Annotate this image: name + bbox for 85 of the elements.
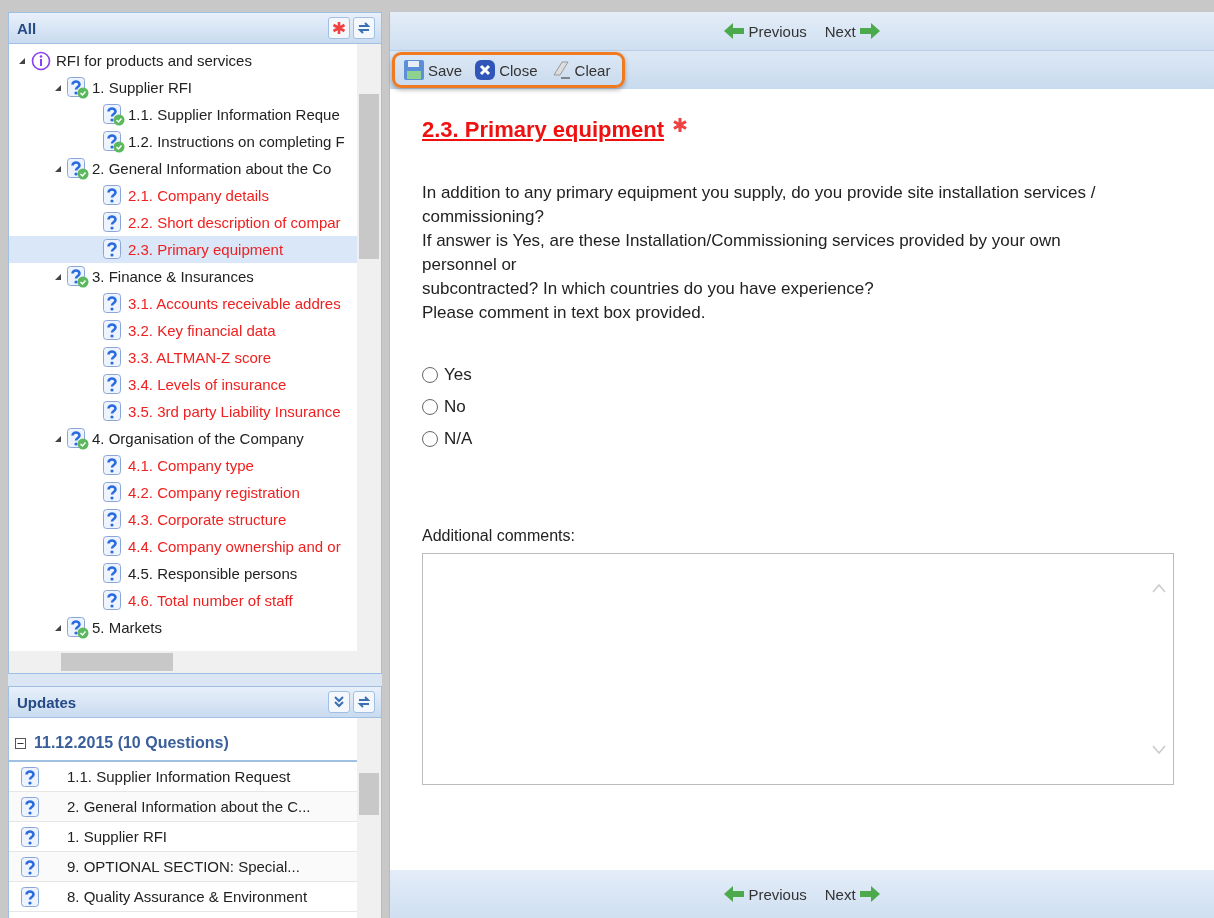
right-arrow-icon	[858, 22, 881, 40]
tree-item[interactable]: 4. Organisation of the Company	[9, 425, 357, 452]
tree-item-label: 3. Finance & Insurances	[92, 268, 254, 285]
tree-item-label: 2. General Information about the Co	[92, 160, 332, 177]
previous-button[interactable]: Previous	[723, 885, 807, 903]
close-button[interactable]: Close	[474, 59, 538, 81]
right-arrow-icon	[858, 885, 881, 903]
save-button[interactable]: Save	[403, 59, 463, 81]
tree-item-label: 3.5. 3rd party Liability Insurance	[128, 403, 341, 420]
question-icon	[21, 766, 39, 787]
tree-item[interactable]: 1.1. Supplier Information Reque	[9, 101, 357, 128]
tool-button[interactable]	[353, 17, 375, 39]
clear-button[interactable]: Clear	[549, 59, 611, 81]
tree-item[interactable]: 4.2. Company registration	[9, 479, 357, 506]
collapse-icon[interactable]	[15, 737, 26, 749]
tree-item-label: 1.1. Supplier Information Reque	[128, 106, 340, 123]
tree-item-label: 1. Supplier RFI	[92, 79, 193, 96]
next-button[interactable]: Next	[824, 885, 881, 903]
tree-item[interactable]: 2.1. Company details	[9, 182, 357, 209]
tree-item-label: 4.5. Responsible persons	[128, 565, 298, 582]
update-item[interactable]: 9. OPTIONAL SECTION: Special...	[9, 852, 357, 882]
question-icon	[21, 856, 39, 877]
tree-item[interactable]: 4.4. Company ownership and or	[9, 533, 357, 560]
tree-item[interactable]: 4.5. Responsible persons	[9, 560, 357, 587]
tool-button[interactable]	[353, 691, 375, 713]
tree-item-label: 4.6. Total number of staff	[128, 592, 293, 609]
option-label: N/A	[444, 429, 473, 449]
update-item[interactable]: 8. Quality Assurance & Environment	[9, 882, 357, 912]
option-label: No	[444, 397, 466, 417]
tree-item[interactable]: RFI for products and services	[9, 47, 357, 74]
left-arrow-icon	[723, 885, 746, 903]
tree-item[interactable]: 3.2. Key financial data	[9, 317, 357, 344]
question-text: In addition to any primary equipment you supply, do you provide site installation services / commissioning? If answer is Yes, are these Installation/Commissioning services provided by your own personnel or subcontracted? In which countries do you have experience? Please comment in text box provided.	[422, 182, 1097, 324]
comments-label: Additional comments:	[422, 527, 576, 545]
vertical-scrollbar[interactable]	[357, 718, 381, 918]
tree-item-label: 4.4. Company ownership and or	[128, 538, 341, 555]
group-header[interactable]: 11.12.2015 (10 Questions)	[34, 734, 229, 752]
question-icon	[21, 826, 39, 847]
tree-item-label: 1.2. Instructions on completing F	[128, 133, 345, 150]
tree-item-label: 4. Organisation of the Company	[92, 430, 304, 447]
tree-item[interactable]: 1.2. Instructions on completing F	[9, 128, 357, 155]
previous-button[interactable]: Previous	[723, 22, 807, 40]
tree-item-label: 3.4. Levels of insurance	[128, 376, 287, 393]
tree-item[interactable]: 5. Markets	[9, 614, 357, 641]
vertical-scrollbar[interactable]	[357, 44, 381, 673]
tree-item-label: 3.3. ALTMAN-Z score	[128, 349, 272, 366]
radio-button[interactable]	[422, 431, 438, 447]
question-title: 2.3. Primary equipment	[422, 117, 665, 143]
update-item[interactable]: 2. General Information about the C...	[9, 792, 357, 822]
tool-button[interactable]	[328, 691, 350, 713]
panel-title: All	[17, 19, 37, 37]
tree-item[interactable]: 4.3. Corporate structure	[9, 506, 357, 533]
tree-item-label: 4.2. Company registration	[128, 484, 300, 501]
save-icon	[403, 59, 425, 81]
radio-button[interactable]	[422, 399, 438, 415]
tree-item-label: RFI for products and services	[56, 52, 252, 69]
left-arrow-icon	[723, 22, 746, 40]
tree-item[interactable]: 3. Finance & Insurances	[9, 263, 357, 290]
tree-item-label: 2.1. Company details	[128, 187, 269, 204]
tree-item[interactable]: 4.6. Total number of staff	[9, 587, 357, 614]
tree-item-label: 2.2. Short description of compar	[128, 214, 341, 231]
tree-item[interactable]: 4.1. Company type	[9, 452, 357, 479]
tree-item-label: 3.1. Accounts receivable addres	[128, 295, 341, 312]
tree-item-label: 4.3. Corporate structure	[128, 511, 287, 528]
tree-item[interactable]: 1. Supplier RFI	[9, 74, 357, 101]
next-button[interactable]: Next	[824, 22, 881, 40]
tool-button[interactable]	[328, 17, 350, 39]
tree-item[interactable]: 2.2. Short description of compar	[9, 209, 357, 236]
tree-item-label: 2.3. Primary equipment	[128, 241, 284, 258]
panel-title: Updates	[17, 693, 77, 711]
tree-item[interactable]: 3.5. 3rd party Liability Insurance	[9, 398, 357, 425]
option-label: Yes	[444, 365, 472, 385]
tree-item[interactable]: 2. General Information about the Co	[9, 155, 357, 182]
tree-item-label: 5. Markets	[92, 619, 163, 636]
tree-item[interactable]: 3.1. Accounts receivable addres	[9, 290, 357, 317]
question-icon	[21, 796, 39, 817]
info-icon	[31, 50, 51, 71]
tree-item[interactable]: 3.3. ALTMAN-Z score	[9, 344, 357, 371]
tree-item[interactable]: 3.4. Levels of insurance	[9, 371, 357, 398]
tree-item-label: 3.2. Key financial data	[128, 322, 276, 339]
close-icon	[474, 59, 497, 81]
radio-button[interactable]	[422, 367, 438, 383]
question-icon	[21, 886, 39, 907]
horizontal-scrollbar[interactable]	[9, 651, 357, 673]
tree-item-label: 4.1. Company type	[128, 457, 254, 474]
